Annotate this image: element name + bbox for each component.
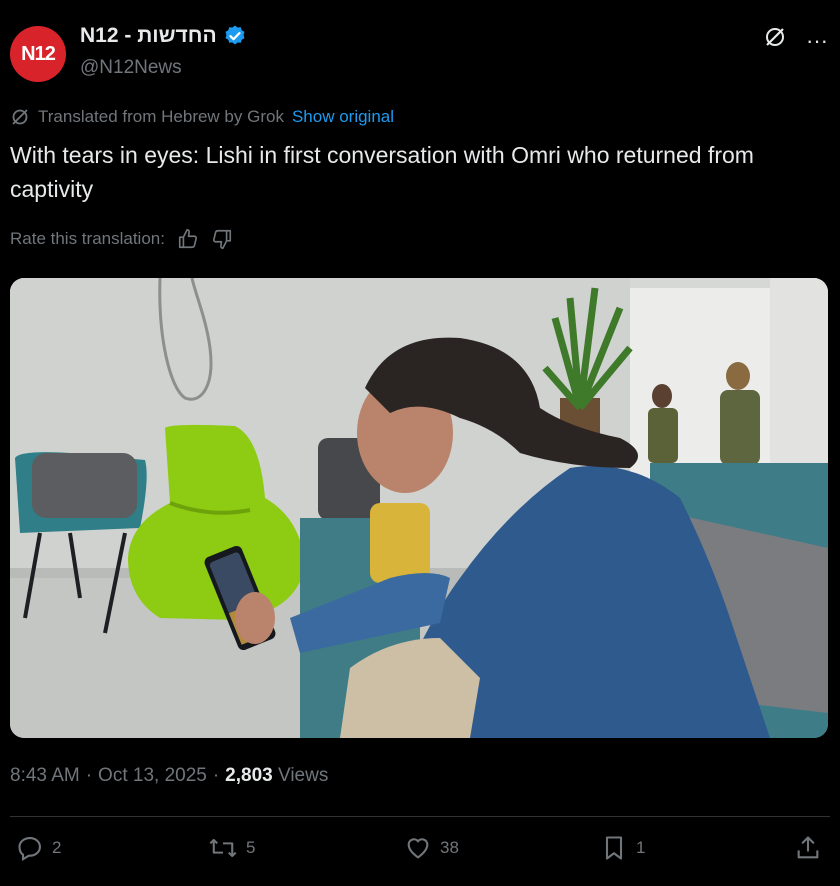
tweet-date[interactable]: Oct 13, 2025 bbox=[98, 765, 207, 787]
repost-button[interactable]: 5 bbox=[208, 834, 255, 862]
photo-illustration bbox=[10, 278, 828, 738]
tweet-photo[interactable] bbox=[10, 278, 828, 738]
display-name[interactable]: החדשות - N12 bbox=[80, 24, 217, 48]
reply-icon bbox=[18, 837, 41, 862]
bookmark-button[interactable]: 1 bbox=[600, 834, 645, 862]
avatar[interactable]: N12 bbox=[10, 26, 66, 82]
grok-small-icon bbox=[12, 109, 28, 125]
views-count: 2,803 bbox=[225, 765, 273, 786]
verified-badge-icon bbox=[225, 25, 245, 45]
action-bar: 2 5 38 1 bbox=[16, 834, 826, 866]
more-options-icon[interactable]: ··· bbox=[806, 27, 828, 55]
meta-separator: · bbox=[212, 765, 220, 786]
meta-separator: · bbox=[85, 765, 93, 786]
thumbs-up-icon[interactable] bbox=[177, 228, 199, 250]
translation-note: Translated from Hebrew by Grok bbox=[38, 107, 284, 126]
rate-translation-label: Rate this translation: bbox=[10, 229, 165, 248]
bookmark-icon bbox=[605, 836, 623, 860]
translation-notice: Translated from Hebrew by Grok Show orig… bbox=[10, 107, 394, 127]
tweet-meta: 8:43 AM · Oct 13, 2025 · 2,803 Views bbox=[10, 765, 328, 787]
avatar-logo-text: N12 bbox=[21, 42, 56, 65]
share-icon bbox=[797, 836, 819, 859]
divider bbox=[10, 816, 830, 817]
top-actions: ··· bbox=[762, 24, 828, 57]
reply-button[interactable]: 2 bbox=[16, 834, 61, 862]
handle[interactable]: @N12News bbox=[80, 57, 182, 79]
like-button[interactable]: 38 bbox=[404, 834, 459, 862]
tweet-header: N12 החדשות - N12 @N12News ··· bbox=[0, 0, 840, 100]
repost-count: 5 bbox=[246, 838, 256, 857]
bookmark-count: 1 bbox=[636, 838, 646, 857]
rate-translation: Rate this translation: bbox=[10, 228, 233, 250]
heart-icon bbox=[407, 838, 429, 859]
like-count: 38 bbox=[440, 838, 459, 857]
name-row: החדשות - N12 bbox=[80, 24, 247, 48]
views-label: Views bbox=[278, 765, 329, 786]
tweet-time[interactable]: 8:43 AM bbox=[10, 765, 80, 787]
grok-icon[interactable] bbox=[762, 24, 788, 57]
show-original-link[interactable]: Show original bbox=[292, 107, 394, 127]
thumbs-down-icon[interactable] bbox=[211, 228, 233, 250]
reply-count: 2 bbox=[52, 838, 62, 857]
tweet-text: With tears in eyes: Lishi in first conve… bbox=[10, 142, 754, 202]
share-button[interactable] bbox=[794, 834, 822, 862]
repost-icon bbox=[209, 838, 237, 858]
